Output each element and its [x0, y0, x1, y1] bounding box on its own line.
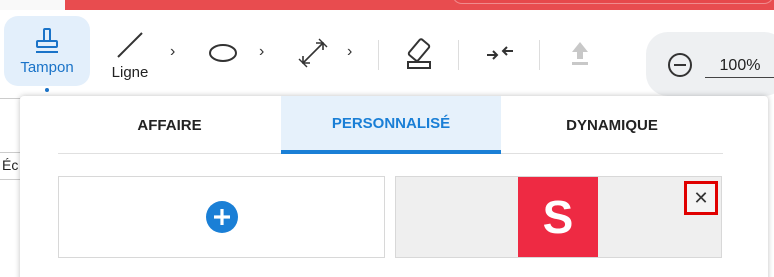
- tab-affaire[interactable]: AFFAIRE: [58, 96, 281, 154]
- background-row-text: Éc: [0, 152, 20, 180]
- zoom-out-icon[interactable]: [667, 52, 693, 78]
- add-circle-icon[interactable]: [205, 200, 239, 234]
- dimension-chevron-icon[interactable]: ›: [347, 43, 352, 61]
- ligne-tool-button[interactable]: Ligne: [100, 20, 160, 90]
- line-icon: [117, 31, 143, 58]
- divider: [0, 98, 20, 99]
- dimension-tool-button[interactable]: [296, 36, 330, 70]
- delete-stamp-button[interactable]: ✕: [684, 181, 718, 215]
- annotation-toolbar: Tampon Ligne › › › 100%: [0, 10, 774, 96]
- arrows-inward-icon: [487, 46, 513, 60]
- stamp-preview-image[interactable]: S: [518, 177, 598, 257]
- zoom-control: 100%: [646, 32, 774, 96]
- header-search-pill[interactable]: [452, 0, 774, 4]
- active-indicator-dot: [45, 88, 49, 92]
- toolbar-divider: [378, 40, 379, 70]
- add-stamp-card[interactable]: [58, 176, 385, 258]
- tampon-tool-button[interactable]: Tampon: [4, 16, 90, 92]
- stamp-tabs: AFFAIRE PERSONNALISÉ DYNAMIQUE: [58, 96, 723, 154]
- toolbar-divider: [539, 40, 540, 70]
- eraser-icon: [407, 38, 431, 69]
- background-document-edge: Éc: [0, 96, 20, 277]
- dimension-arrow-icon: [298, 38, 328, 68]
- tampon-label: Tampon: [20, 58, 74, 76]
- ligne-chevron-icon[interactable]: ›: [170, 43, 175, 61]
- toolbar-divider: [458, 40, 459, 70]
- tab-personnalise[interactable]: PERSONNALISÉ: [281, 96, 501, 154]
- upload-tool-button[interactable]: [563, 36, 597, 70]
- upload-icon: [572, 42, 588, 65]
- stamp-icon: [36, 27, 58, 53]
- ellipse-icon: [209, 44, 237, 62]
- compare-tool-button[interactable]: [483, 36, 517, 70]
- zoom-value-input[interactable]: 100%: [705, 54, 774, 78]
- top-header-strip: [0, 0, 774, 10]
- eraser-tool-button[interactable]: [402, 36, 436, 72]
- stamp-picker-panel: AFFAIRE PERSONNALISÉ DYNAMIQUE S ✕: [20, 96, 768, 277]
- ellipse-tool-button[interactable]: [206, 36, 240, 70]
- ligne-label: Ligne: [111, 63, 149, 81]
- custom-stamp-card[interactable]: S ✕: [395, 176, 722, 258]
- ellipse-chevron-icon[interactable]: ›: [259, 43, 264, 61]
- tab-dynamique[interactable]: DYNAMIQUE: [501, 96, 723, 154]
